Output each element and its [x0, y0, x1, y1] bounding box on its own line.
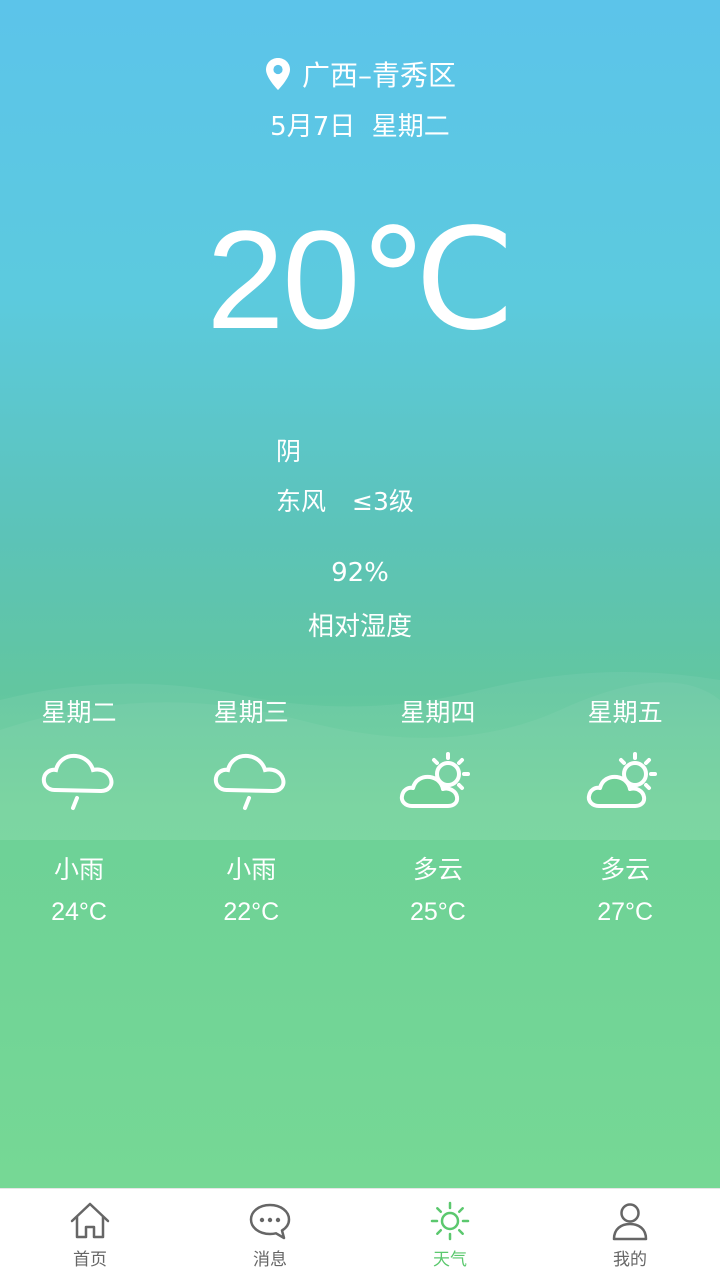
- forecast-condition: 小雨: [226, 855, 277, 884]
- date-line: 5月7日 星期二: [0, 106, 720, 143]
- tab-label: 首页: [73, 1250, 107, 1270]
- tab-home[interactable]: 首页: [0, 1189, 180, 1280]
- location-pin-icon: [265, 58, 290, 90]
- tab-profile[interactable]: 我的: [540, 1189, 720, 1280]
- bottom-tab-bar: 首页 消息 天气 我的: [0, 1188, 720, 1280]
- rain-cloud-icon: [41, 753, 114, 810]
- partly-cloudy-icon: [399, 752, 470, 808]
- user-icon: [612, 1203, 648, 1241]
- weather-screen: 广西–青秀区 5月7日 星期二 20℃ 阴 东风 ≤3级 92% 相对湿度 星期…: [0, 0, 720, 1280]
- date: 5月7日: [270, 112, 356, 142]
- tab-label: 我的: [613, 1250, 647, 1270]
- humidity-value: 92%: [331, 558, 389, 588]
- rain-cloud-icon: [214, 753, 286, 810]
- weekday: 星期二: [371, 112, 450, 142]
- weather-panel: 广西–青秀区 5月7日 星期二 20℃ 阴 东风 ≤3级 92% 相对湿度 星期…: [0, 0, 720, 1188]
- forecast-day: 星期五 多云 27°C: [531, 694, 719, 927]
- forecast-day: 星期二 小雨 24°C: [0, 694, 158, 927]
- wind-level: ≤3级: [352, 487, 414, 516]
- wind-info: 东风 ≤3级: [276, 482, 414, 518]
- forecast-condition: 小雨: [53, 855, 104, 884]
- partly-cloudy-icon: [587, 752, 658, 808]
- forecast-temperature: 25°C: [409, 898, 466, 926]
- forecast-condition: 多云: [412, 855, 463, 884]
- forecast-day-name: 星期五: [587, 698, 663, 727]
- forecast-day: 星期四 多云 25°C: [345, 694, 532, 927]
- forecast-list: 星期二 小雨 24°C 星期三 小雨 22°C 星期四 多云 25°C 星期五 …: [0, 694, 720, 927]
- location-text: 广西–青秀区: [301, 59, 456, 92]
- tab-weather[interactable]: 天气: [360, 1189, 540, 1280]
- tab-messages[interactable]: 消息: [180, 1189, 360, 1280]
- chat-bubble-icon: [249, 1203, 291, 1240]
- current-temperature: 20℃: [206, 201, 516, 358]
- forecast-temperature: 22°C: [223, 898, 280, 926]
- humidity-label: 相对湿度: [307, 612, 412, 642]
- tab-label: 天气: [433, 1250, 467, 1270]
- forecast-temperature: 24°C: [51, 898, 107, 926]
- wind-direction: 东风: [276, 487, 327, 516]
- tab-label: 消息: [253, 1250, 287, 1270]
- forecast-day-name: 星期三: [213, 698, 289, 727]
- location[interactable]: 广西–青秀区: [0, 52, 720, 96]
- forecast-day: 星期三 小雨 22°C: [158, 694, 345, 927]
- forecast-day-name: 星期二: [41, 698, 117, 727]
- forecast-temperature: 27°C: [597, 898, 654, 926]
- home-icon: [70, 1202, 110, 1239]
- forecast-condition: 多云: [600, 855, 651, 884]
- sun-icon: [430, 1201, 470, 1241]
- forecast-day-name: 星期四: [400, 698, 476, 727]
- current-condition: 阴: [276, 437, 302, 466]
